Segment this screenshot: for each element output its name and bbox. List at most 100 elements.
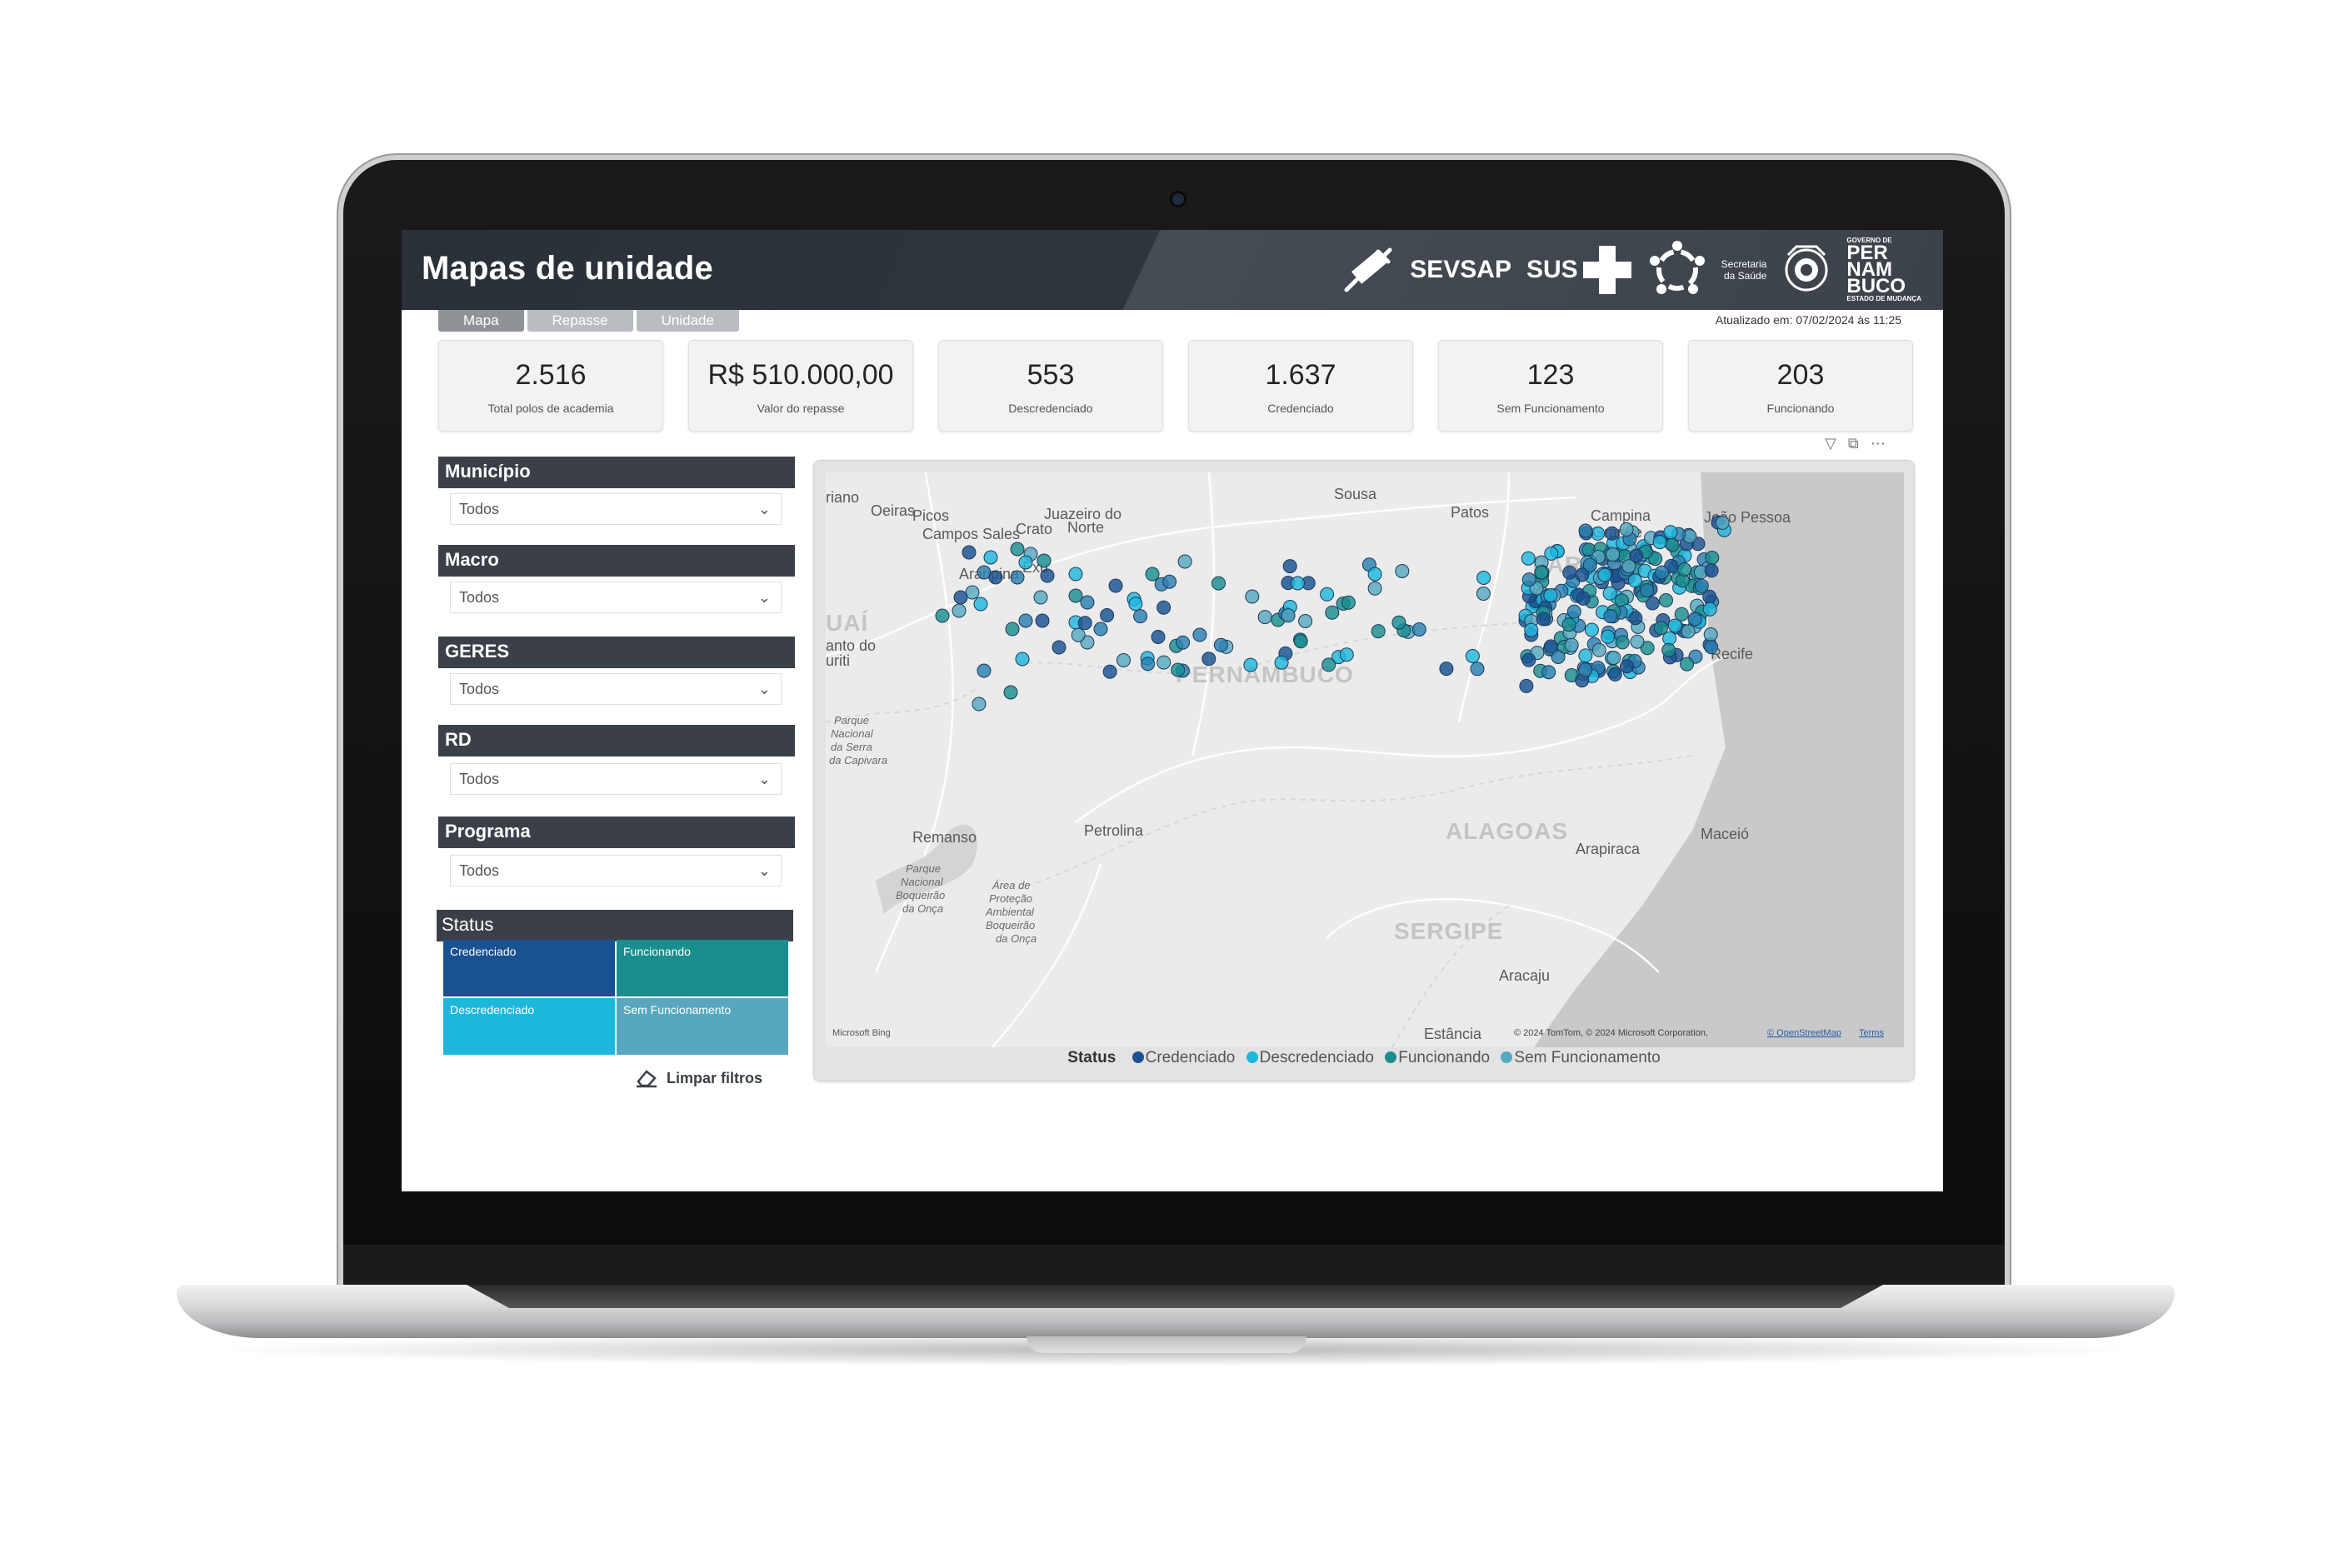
map-marker[interactable] xyxy=(1192,627,1207,642)
legend-item[interactable]: Descredenciado xyxy=(1260,1049,1374,1066)
map-marker[interactable] xyxy=(1564,637,1579,652)
map-marker[interactable] xyxy=(1128,597,1143,612)
map-marker[interactable] xyxy=(1321,657,1336,672)
map-marker[interactable] xyxy=(1071,627,1086,642)
map-marker[interactable] xyxy=(1176,635,1191,650)
map-marker[interactable] xyxy=(1615,635,1630,650)
map-marker[interactable] xyxy=(988,570,1003,585)
clear-filters-button[interactable]: Limpar filtros xyxy=(635,1068,762,1088)
map-marker[interactable] xyxy=(1341,595,1356,610)
map-marker[interactable] xyxy=(1541,665,1556,680)
map-marker[interactable] xyxy=(1681,624,1696,639)
filter-icon[interactable]: ▽ xyxy=(1825,435,1836,452)
map-marker[interactable] xyxy=(1661,642,1676,657)
map-marker[interactable] xyxy=(1536,612,1551,627)
map-marker[interactable] xyxy=(1521,572,1536,587)
map-marker[interactable] xyxy=(1652,535,1667,550)
legend-item[interactable]: Credenciado xyxy=(1146,1049,1236,1066)
geres-dropdown[interactable]: Todos ⌄ xyxy=(450,673,782,705)
map-marker[interactable] xyxy=(1521,551,1536,566)
rd-dropdown[interactable]: Todos ⌄ xyxy=(450,763,782,795)
municipio-dropdown[interactable]: Todos ⌄ xyxy=(450,493,782,525)
map-marker[interactable] xyxy=(1704,563,1719,578)
status-cell-sem-funcionamento[interactable]: Sem Funcionamento xyxy=(617,998,788,1055)
map-marker[interactable] xyxy=(935,608,950,623)
map-marker[interactable] xyxy=(1465,649,1480,663)
map-marker[interactable] xyxy=(1439,662,1454,677)
map-marker[interactable] xyxy=(1282,559,1297,574)
map-marker[interactable] xyxy=(1470,662,1485,677)
map-marker[interactable] xyxy=(1621,559,1636,574)
map-marker[interactable] xyxy=(1677,562,1692,577)
map-marker[interactable] xyxy=(1521,652,1536,667)
map-marker[interactable] xyxy=(1601,629,1616,644)
map-marker[interactable] xyxy=(1655,565,1670,580)
map-marker[interactable] xyxy=(1674,607,1689,622)
map-marker[interactable] xyxy=(1033,590,1048,605)
map-marker[interactable] xyxy=(1274,655,1289,670)
map-marker[interactable] xyxy=(1606,547,1621,562)
map-marker[interactable] xyxy=(1640,583,1655,598)
map-marker[interactable] xyxy=(1578,648,1593,663)
map-canvas[interactable]: riano Oeiras Picos Campos Sales Crato Ju… xyxy=(826,472,1904,1047)
map-marker[interactable] xyxy=(1687,612,1702,627)
map-marker[interactable] xyxy=(1607,667,1622,682)
map-marker[interactable] xyxy=(1704,640,1719,655)
map-marker[interactable] xyxy=(1627,573,1642,588)
map-marker[interactable] xyxy=(1052,640,1067,655)
osm-link[interactable]: © OpenStreetMap xyxy=(1767,1028,1841,1038)
map-marker[interactable] xyxy=(1603,609,1618,624)
map-marker[interactable] xyxy=(1245,589,1260,604)
map-marker[interactable] xyxy=(1005,622,1020,637)
map-marker[interactable] xyxy=(1339,647,1354,662)
map-marker[interactable] xyxy=(1035,613,1050,628)
status-cell-funcionando[interactable]: Funcionando xyxy=(617,940,788,996)
tab-repasse[interactable]: Repasse xyxy=(527,310,633,332)
map-marker[interactable] xyxy=(1145,567,1160,582)
map-marker[interactable] xyxy=(1080,595,1095,610)
map-marker[interactable] xyxy=(1018,613,1033,628)
map-marker[interactable] xyxy=(1157,600,1171,615)
tab-unidade[interactable]: Unidade xyxy=(636,310,739,332)
map-marker[interactable] xyxy=(1667,618,1682,633)
map-marker[interactable] xyxy=(1093,622,1108,637)
map-marker[interactable] xyxy=(1291,576,1305,591)
map-marker[interactable] xyxy=(1703,627,1718,642)
map-marker[interactable] xyxy=(1411,622,1426,637)
map-marker[interactable] xyxy=(953,590,968,605)
legend-item[interactable]: Sem Funcionamento xyxy=(1514,1049,1660,1066)
map-marker[interactable] xyxy=(1077,616,1092,631)
map-marker[interactable] xyxy=(1544,546,1559,561)
map-marker[interactable] xyxy=(1325,605,1340,620)
map-marker[interactable] xyxy=(1211,576,1226,591)
map-marker[interactable] xyxy=(1653,621,1668,636)
map-marker[interactable] xyxy=(1628,611,1643,626)
map-marker[interactable] xyxy=(1201,652,1216,667)
map-marker[interactable] xyxy=(983,550,998,565)
map-marker[interactable] xyxy=(1298,614,1313,628)
map-marker[interactable] xyxy=(1293,634,1308,649)
map-marker[interactable] xyxy=(1524,622,1539,637)
map-marker[interactable] xyxy=(1519,678,1534,693)
terms-link[interactable]: Terms xyxy=(1859,1028,1884,1038)
map-marker[interactable] xyxy=(1606,651,1621,666)
map-marker[interactable] xyxy=(1141,657,1156,672)
map-marker[interactable] xyxy=(1068,567,1083,582)
map-marker[interactable] xyxy=(1102,664,1117,679)
map-marker[interactable] xyxy=(1562,565,1577,580)
map-marker[interactable] xyxy=(1157,655,1171,670)
map-marker[interactable] xyxy=(1715,515,1730,530)
map-marker[interactable] xyxy=(1117,653,1131,667)
map-marker[interactable] xyxy=(1391,615,1406,630)
programa-dropdown[interactable]: Todos ⌄ xyxy=(450,855,782,886)
focus-mode-icon[interactable]: ⧉ xyxy=(1848,435,1859,452)
map-marker[interactable] xyxy=(1578,662,1593,677)
map-marker[interactable] xyxy=(1663,525,1678,540)
tab-mapa[interactable]: Mapa xyxy=(438,310,524,332)
map-marker[interactable] xyxy=(1040,568,1055,583)
map-marker[interactable] xyxy=(1578,523,1593,538)
map-marker[interactable] xyxy=(1705,551,1720,565)
map-marker[interactable] xyxy=(1605,526,1620,541)
map-marker[interactable] xyxy=(1068,588,1083,603)
map-marker[interactable] xyxy=(1630,634,1645,649)
